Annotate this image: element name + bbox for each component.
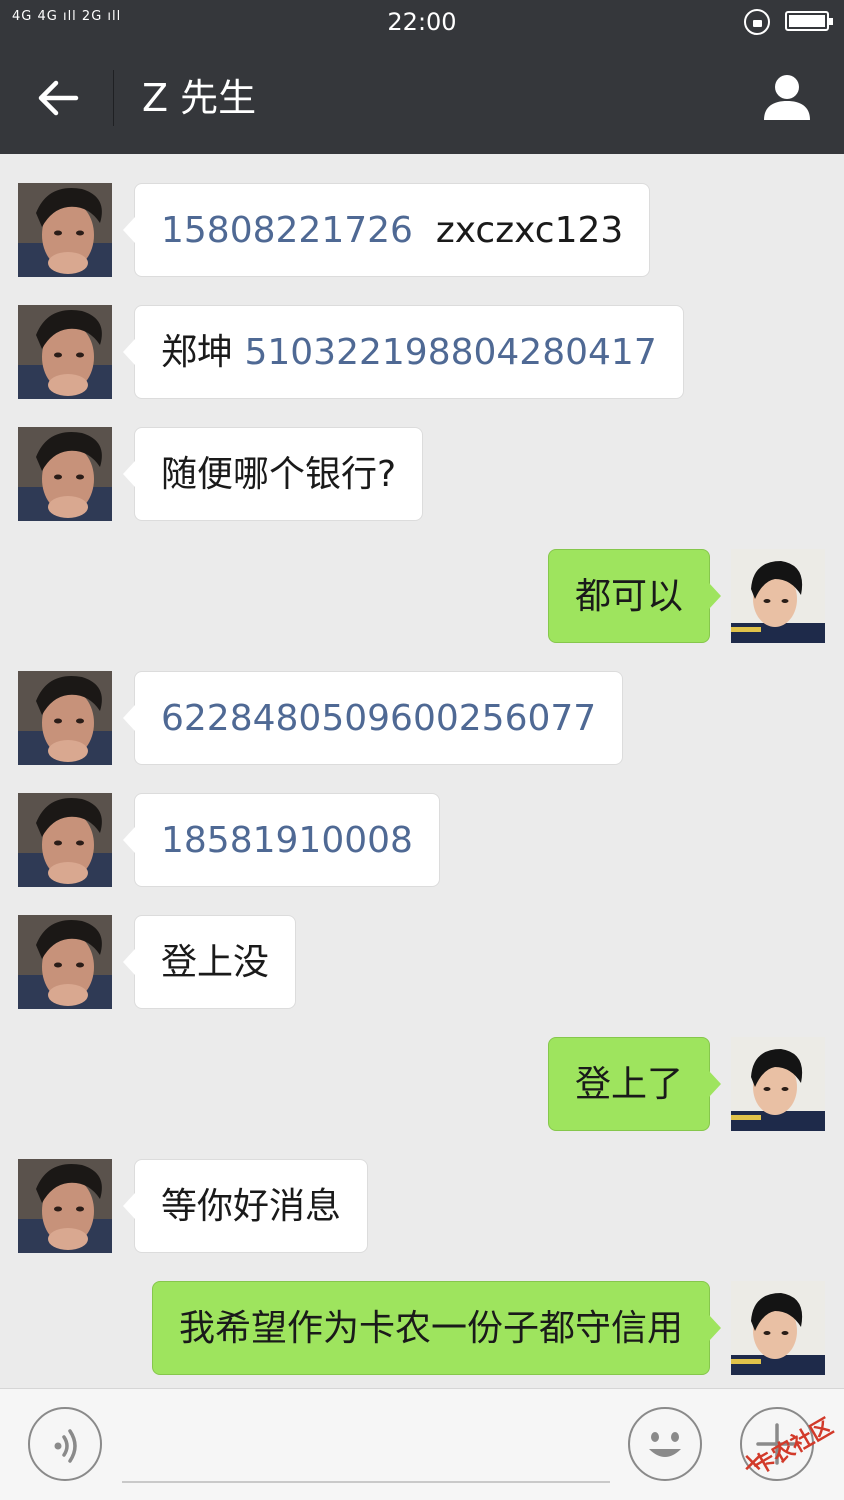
message-bubble[interactable]: 18581910008 <box>123 793 440 887</box>
chat-title: Z 先生 <box>142 76 257 120</box>
message-text: 我希望作为卡农一份子都守信用 <box>178 1308 683 1349</box>
contact-avatar[interactable] <box>18 793 112 887</box>
input-bar: ✕ 卡农社区 <box>0 1388 844 1500</box>
message-text: zxczxc123 <box>412 210 624 251</box>
status-time: 22:00 <box>387 8 457 36</box>
incoming-message: 15808221726 zxczxc123 <box>0 183 844 277</box>
chat-header: Z 先生 <box>0 42 844 154</box>
incoming-message: 随便哪个银行? <box>0 427 844 521</box>
incoming-message: 6228480509600256077 <box>0 671 844 765</box>
message-bubble[interactable]: 登上了 <box>547 1037 722 1131</box>
contact-avatar[interactable] <box>18 427 112 521</box>
contact-avatar[interactable] <box>18 915 112 1009</box>
message-number[interactable]: 15808221726 <box>161 210 413 251</box>
message-text: 郑坤 <box>161 332 245 373</box>
message-bubble[interactable]: 都可以 <box>547 549 722 643</box>
smiley-icon <box>649 1432 681 1457</box>
message-text: 随便哪个银行? <box>161 454 397 495</box>
contact-avatar[interactable] <box>18 305 112 399</box>
header-divider <box>113 70 114 126</box>
person-icon[interactable] <box>762 72 812 122</box>
message-number[interactable]: 18581910008 <box>161 820 413 861</box>
contact-avatar[interactable] <box>18 183 112 277</box>
message-bubble[interactable]: 6228480509600256077 <box>122 671 624 765</box>
message-text: 等你好消息 <box>161 1186 342 1227</box>
contact-avatar[interactable] <box>18 671 112 765</box>
message-number[interactable]: 6228480509600256077 <box>161 698 596 739</box>
message-bubble[interactable]: 郑坤 510322198804280417 <box>123 305 684 399</box>
message-text: 登上了 <box>574 1064 683 1105</box>
contact-avatar[interactable] <box>18 1159 112 1253</box>
message-list[interactable]: 15808221726 zxczxc123 郑坤 5103221988042804… <box>0 154 844 1388</box>
outgoing-message: 登上了 <box>0 1037 844 1131</box>
my-avatar[interactable] <box>731 549 825 643</box>
battery-icon <box>785 11 833 31</box>
message-input[interactable] <box>122 1481 610 1483</box>
emoji-button[interactable] <box>628 1407 702 1481</box>
voice-button[interactable] <box>28 1407 102 1481</box>
message-bubble[interactable]: 15808221726 zxczxc123 <box>122 183 651 277</box>
outgoing-message: 我希望作为卡农一份子都守信用 <box>0 1281 844 1375</box>
incoming-message: 18581910008 <box>0 793 844 887</box>
message-text: 都可以 <box>574 576 683 617</box>
my-avatar[interactable] <box>731 1037 825 1131</box>
message-bubble[interactable]: 随便哪个银行? <box>122 427 424 521</box>
voice-icon <box>54 1429 77 1463</box>
outgoing-message: 都可以 <box>0 549 844 643</box>
message-number[interactable]: 510322198804280417 <box>244 332 656 373</box>
incoming-message: 登上没 <box>0 915 844 1009</box>
status-bar: 4G 4G ıll 2G ıll 22:00 <box>0 0 844 42</box>
incoming-message: 等你好消息 <box>0 1159 844 1253</box>
incoming-message: 郑坤 510322198804280417 <box>0 305 844 399</box>
message-bubble[interactable]: 我希望作为卡农一份子都守信用 <box>151 1281 722 1375</box>
rotation-lock-icon <box>744 9 770 35</box>
message-bubble[interactable]: 登上没 <box>122 915 297 1009</box>
message-text: 登上没 <box>161 942 270 983</box>
message-bubble[interactable]: 等你好消息 <box>122 1159 369 1253</box>
my-avatar[interactable] <box>731 1281 825 1375</box>
back-arrow-icon[interactable] <box>36 76 80 120</box>
